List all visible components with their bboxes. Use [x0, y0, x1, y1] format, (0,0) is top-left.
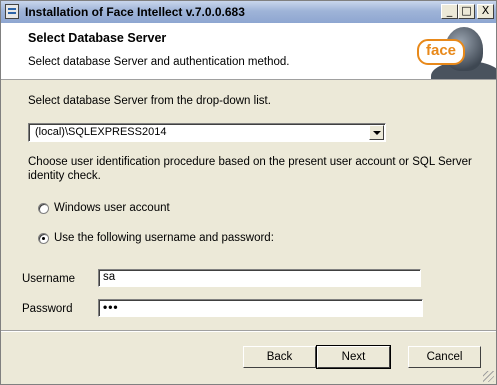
face-logo-icon: face — [411, 23, 496, 79]
database-server-select[interactable]: (local)\SQLEXPRESS2014 — [28, 123, 386, 142]
auth-prompt-line1: Choose user identification procedure bas… — [28, 156, 472, 168]
cancel-button[interactable]: Cancel — [408, 346, 481, 368]
username-label: Username — [22, 273, 76, 285]
next-button[interactable]: Next — [316, 345, 391, 369]
auth-prompt-line2: identity check. — [28, 170, 101, 182]
close-button[interactable]: X — [477, 4, 494, 19]
logo-badge: face — [417, 39, 465, 65]
minimize-icon: _ — [446, 4, 453, 17]
back-button[interactable]: Back — [243, 346, 316, 368]
title-bar[interactable]: Installation of Face Intellect v.7.0.0.6… — [1, 1, 496, 24]
close-icon: X — [481, 4, 490, 17]
password-label: Password — [22, 303, 73, 315]
database-server-value: (local)\SQLEXPRESS2014 — [35, 126, 167, 138]
maximize-button[interactable]: □ — [458, 4, 475, 19]
password-value: ••• — [103, 300, 119, 314]
page-subtitle: Select database Server and authenticatio… — [28, 56, 290, 68]
radio-sql-auth-label[interactable]: Use the following username and password: — [54, 232, 274, 244]
page-title: Select Database Server — [28, 31, 167, 45]
window-title: Installation of Face Intellect v.7.0.0.6… — [25, 5, 245, 19]
server-prompt: Select database Server from the drop-dow… — [28, 95, 271, 107]
installer-window: Installation of Face Intellect v.7.0.0.6… — [0, 0, 497, 385]
radio-windows-auth-label[interactable]: Windows user account — [54, 202, 170, 214]
maximize-icon: □ — [461, 4, 472, 17]
installer-icon — [5, 4, 19, 19]
minimize-button[interactable]: _ — [441, 4, 458, 19]
password-field[interactable]: ••• — [98, 299, 423, 317]
footer-separator — [1, 330, 496, 332]
username-field[interactable]: sa — [98, 269, 421, 287]
radio-sql-auth[interactable] — [38, 233, 49, 244]
wizard-header: Select Database Server Select database S… — [1, 23, 496, 80]
resize-grip-icon[interactable] — [483, 371, 494, 382]
dropdown-arrow-icon[interactable] — [369, 125, 384, 140]
username-value: sa — [103, 271, 116, 283]
radio-windows-auth[interactable] — [38, 203, 49, 214]
